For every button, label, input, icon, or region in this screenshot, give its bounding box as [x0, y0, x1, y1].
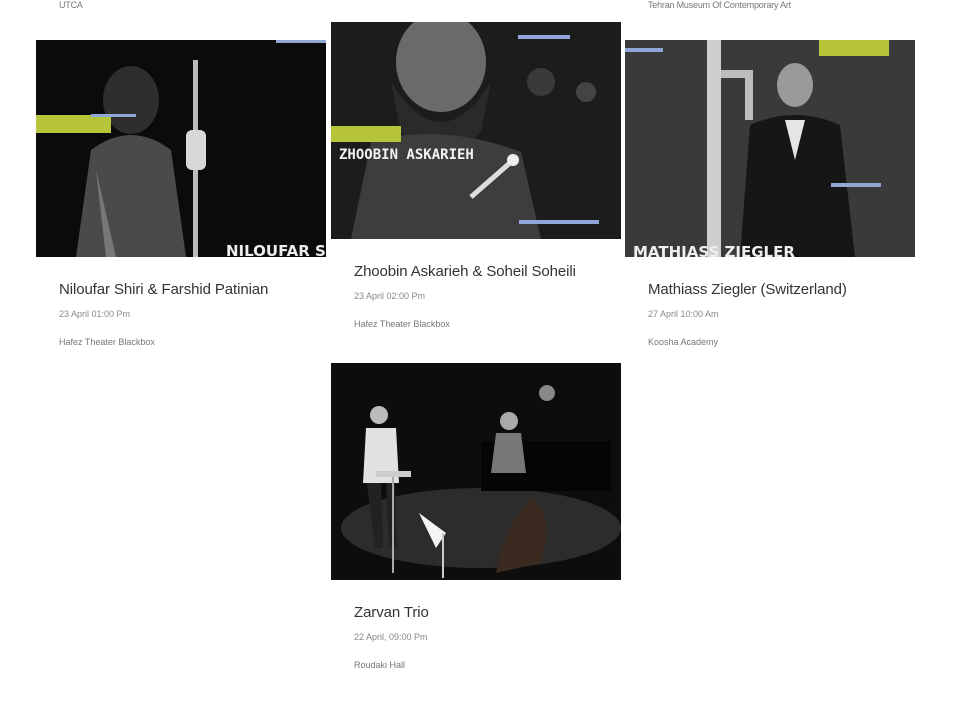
event-thumbnail[interactable]: MATHIASS ZIEGLER	[625, 40, 915, 257]
event-venue: Hafez Theater Blackbox	[354, 319, 450, 329]
event-card-mathiass[interactable]: MATHIASS ZIEGLER Mathiass Ziegler (Switz…	[625, 40, 915, 347]
svg-text:NILOUFAR SHIRI: NILOUFAR SHIRI	[226, 242, 326, 257]
event-venue: Roudaki Hall	[354, 660, 406, 670]
svg-text:MATHIASS ZIEGLER: MATHIASS ZIEGLER	[633, 243, 795, 257]
event-date: 23 April 01:00 Pm	[59, 309, 131, 319]
event-title[interactable]: Mathiass Ziegler (Switzerland)	[648, 281, 915, 299]
poster-image: ZHOOBIN ASKARIEH	[331, 22, 621, 239]
previous-event-venue: Tehran Museum Of Contemporary Art	[648, 0, 791, 10]
event-date: 23 April 02:00 Pm	[354, 291, 426, 301]
previous-event-venue: UTCA	[59, 0, 83, 10]
event-venue: Hafez Theater Blackbox	[59, 337, 155, 347]
poster-image: MATHIASS ZIEGLER	[625, 40, 915, 257]
poster-image	[331, 363, 621, 580]
event-title[interactable]: Zhoobin Askarieh & Soheil Soheili	[354, 263, 621, 281]
event-thumbnail[interactable]: ZHOOBIN ASKARIEH	[331, 22, 621, 239]
event-title[interactable]: Niloufar Shiri & Farshid Patinian	[59, 281, 326, 299]
event-thumbnail[interactable]: NILOUFAR SHIRI	[36, 40, 326, 257]
svg-text:ZHOOBIN ASKARIEH: ZHOOBIN ASKARIEH	[339, 147, 474, 163]
event-title[interactable]: Zarvan Trio	[354, 604, 621, 622]
poster-image: NILOUFAR SHIRI	[36, 40, 326, 257]
event-card-niloufar[interactable]: NILOUFAR SHIRI Niloufar Shiri & Farshid …	[36, 40, 326, 347]
event-card-zarvan[interactable]: Zarvan Trio 22 April, 09:00 Pm Roudaki H…	[331, 363, 621, 670]
event-venue: Koosha Academy	[648, 337, 719, 347]
event-date: 22 April, 09:00 Pm	[354, 632, 428, 642]
event-thumbnail[interactable]	[331, 363, 621, 580]
event-date: 27 April 10:00 Am	[648, 309, 719, 319]
event-card-zhoobin[interactable]: ZHOOBIN ASKARIEH Zhoobin Askarieh & Sohe…	[331, 22, 621, 329]
